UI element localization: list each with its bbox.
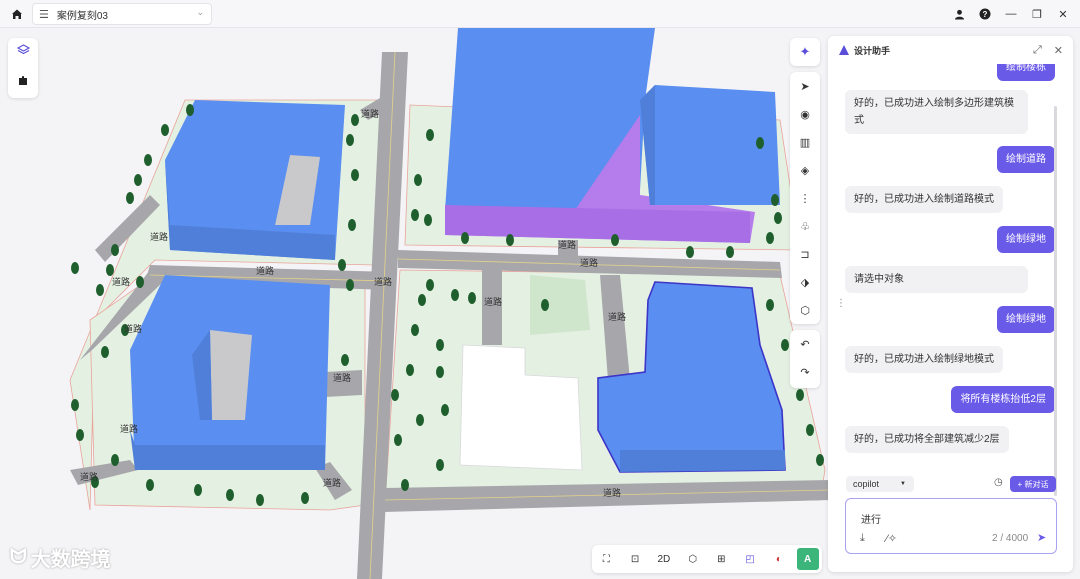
history-tools: ↶ ↷ bbox=[790, 330, 820, 388]
door-icon[interactable]: ⊐ bbox=[790, 240, 820, 268]
chat-input[interactable]: 进行 ⤓ ⁄✧ 2 / 4000 ➤ bbox=[845, 498, 1057, 554]
scrollbar[interactable] bbox=[1054, 106, 1057, 496]
menu-icon: ☰ bbox=[39, 8, 49, 21]
home-icon[interactable] bbox=[8, 5, 26, 23]
road-label: 道路 bbox=[484, 296, 502, 307]
green-plot bbox=[530, 275, 590, 335]
location-pin-icon[interactable]: ◉ bbox=[790, 100, 820, 128]
cursor-icon[interactable]: ➤ bbox=[790, 72, 820, 100]
view-3d-icon[interactable]: ⬡ bbox=[682, 548, 704, 570]
road-label: 道路 bbox=[603, 487, 621, 498]
tool-palette: ➤ ◉ ▥ ◈ ⋮ ♧ ⊐ ⬗ ⬡ bbox=[790, 72, 820, 324]
char-count: 2 / 4000 bbox=[992, 533, 1029, 544]
view-2d-button[interactable]: 2D bbox=[653, 548, 675, 570]
user-message: 绘制楼栋 bbox=[997, 64, 1055, 81]
chat-input-value[interactable]: 进行 bbox=[861, 511, 881, 526]
user-message: 绘制绿地 bbox=[997, 306, 1055, 333]
road-label: 道路 bbox=[558, 239, 576, 250]
screenshot-icon[interactable]: ⊡ bbox=[624, 548, 646, 570]
user-icon[interactable] bbox=[950, 5, 968, 23]
caret-down-icon: ▼ bbox=[900, 481, 906, 487]
road-label: 道路 bbox=[112, 276, 130, 287]
user-message: 绘制道路 bbox=[997, 146, 1055, 173]
road-label: 道路 bbox=[374, 276, 392, 287]
layers-icon[interactable]: ◈ bbox=[790, 156, 820, 184]
measure-icon[interactable]: ⋮ bbox=[790, 184, 820, 212]
panel-title: 设计助手 bbox=[854, 45, 891, 56]
road-label: 道路 bbox=[361, 108, 379, 119]
view-toolbar: ⛶ ⊡ 2D ⬡ ⊞ ◰ ◐ A bbox=[592, 545, 822, 573]
road-label: 道路 bbox=[256, 265, 274, 276]
upload-icon[interactable]: ⤓ bbox=[860, 532, 865, 545]
grid-icon[interactable]: ⊞ bbox=[710, 548, 732, 570]
road-label: 道路 bbox=[323, 477, 341, 488]
bot-message: 好的，已成功进入绘制道路模式 bbox=[845, 186, 1003, 213]
app-logo-icon[interactable]: A bbox=[796, 548, 819, 570]
restore-icon[interactable]: ❐ bbox=[1028, 5, 1046, 23]
watermark-text: 大数跨境 bbox=[30, 549, 111, 571]
watermark: ᗢ 大数跨境 bbox=[10, 543, 111, 572]
assistant-logo-icon bbox=[839, 45, 849, 55]
plane-icon[interactable]: ⬗ bbox=[790, 268, 820, 296]
watermark-logo-icon: ᗢ bbox=[10, 546, 27, 568]
undo-icon[interactable]: ↶ bbox=[790, 330, 820, 358]
project-name: 案例复刻03 bbox=[56, 10, 108, 22]
resize-handle[interactable]: ⋮ bbox=[836, 298, 846, 309]
magic-wand-icon[interactable]: ⁄✧ bbox=[886, 532, 897, 545]
new-chat-button[interactable]: + 新对话 bbox=[1010, 476, 1056, 492]
project-select[interactable]: ☰ 案例复刻03 ⌄ bbox=[32, 3, 212, 25]
fit-view-icon[interactable]: ⛶ bbox=[595, 548, 617, 570]
plugin-icon[interactable] bbox=[17, 74, 29, 92]
box-icon[interactable]: ⬡ bbox=[790, 296, 820, 324]
building-bottom-left[interactable] bbox=[130, 275, 330, 470]
building-top-left[interactable] bbox=[165, 100, 345, 260]
bot-message: 好的，已成功进入绘制绿地模式 bbox=[845, 346, 1003, 373]
layers-icon[interactable] bbox=[16, 44, 30, 62]
svg-text:?: ? bbox=[983, 10, 988, 19]
bot-message: 好的，已成功进入绘制多边形建筑模式 bbox=[845, 90, 1028, 134]
select-box-icon[interactable]: ◰ bbox=[739, 548, 761, 570]
tree-icon[interactable]: ♧ bbox=[790, 212, 820, 240]
message-list[interactable]: 绘制楼栋 好的，已成功进入绘制多边形建筑模式 绘制道路 好的，已成功进入绘制道路… bbox=[828, 64, 1073, 474]
expand-icon[interactable]: ⤢ bbox=[1033, 44, 1042, 57]
compass-icon[interactable]: ◐ bbox=[768, 548, 790, 570]
left-dock bbox=[8, 38, 38, 98]
close-icon[interactable]: ✕ bbox=[1054, 5, 1072, 23]
building-icon[interactable]: ▥ bbox=[790, 128, 820, 156]
top-bar: ☰ 案例复刻03 ⌄ ? — ❐ ✕ bbox=[0, 0, 1080, 28]
road-label: 道路 bbox=[333, 372, 351, 383]
help-icon[interactable]: ? bbox=[976, 5, 994, 23]
road-label: 道路 bbox=[124, 323, 142, 334]
road-label: 道路 bbox=[150, 231, 168, 242]
model-select[interactable]: copilot ▼ bbox=[846, 476, 914, 492]
history-icon[interactable]: ◷ bbox=[994, 477, 1003, 488]
user-message: 将所有楼栋抬低2层 bbox=[951, 386, 1055, 413]
road-label: 道路 bbox=[608, 311, 626, 322]
ai-toolbar: ✦ bbox=[790, 38, 820, 66]
redo-icon[interactable]: ↷ bbox=[790, 358, 820, 386]
bot-message: 请选中对象 bbox=[845, 266, 1028, 293]
minimize-icon[interactable]: — bbox=[1002, 5, 1020, 23]
road-label: 道路 bbox=[120, 423, 138, 434]
bot-message: 好的，已成功将全部建筑减少2层 bbox=[845, 426, 1009, 453]
close-panel-icon[interactable]: ✕ bbox=[1054, 44, 1063, 57]
user-message: 绘制绿地 bbox=[997, 226, 1055, 253]
sparkle-icon[interactable]: ✦ bbox=[790, 38, 820, 66]
road-label: 道路 bbox=[80, 471, 98, 482]
model-select-value: copilot bbox=[853, 479, 880, 489]
send-icon[interactable]: ➤ bbox=[1037, 531, 1046, 544]
road-label: 道路 bbox=[580, 257, 598, 268]
chevron-down-icon: ⌄ bbox=[196, 7, 204, 17]
